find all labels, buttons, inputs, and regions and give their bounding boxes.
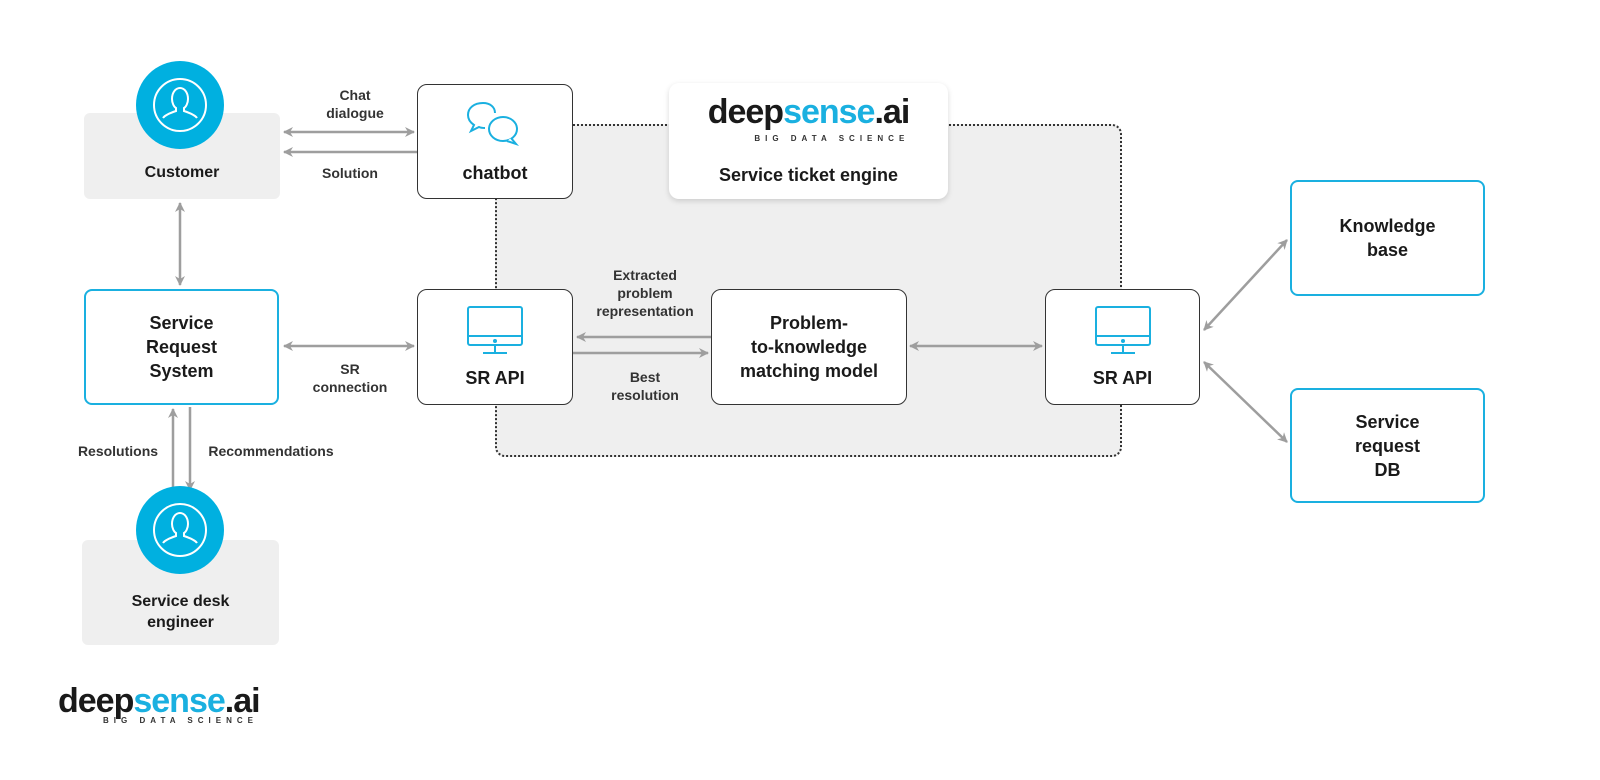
label-sr-connection: SR connection (312, 361, 388, 395)
engine-header: deepsense.ai BIG DATA SCIENCE Service ti… (669, 83, 948, 199)
label-recommendations: Recommendations (208, 443, 334, 459)
service-request-system-node: Service Request System (84, 289, 279, 405)
knowledge-base-node: Knowledge base (1290, 180, 1485, 296)
label-solution: Solution (322, 165, 378, 181)
chatbot-node: chatbot (417, 84, 573, 199)
deepsense-logo-footer: deepsense.ai BIG DATA SCIENCE (58, 682, 261, 725)
user-icon (136, 61, 224, 149)
monitor-icon (1094, 306, 1151, 354)
label-resolutions: Resolutions (77, 443, 159, 459)
sr-api-right-node: SR API (1045, 289, 1200, 405)
chat-bubbles-icon (466, 101, 520, 146)
deepsense-logo: deepsense.ai BIG DATA SCIENCE (707, 93, 911, 143)
matching-model-node: Problem-to-knowledge matching model (711, 289, 907, 405)
arrow-api-kb (1203, 239, 1288, 331)
label-best-resolution: Best resolution (611, 369, 679, 403)
user-icon (136, 486, 224, 574)
label-chat-dialogue: Chat dialogue (326, 87, 384, 121)
monitor-icon (467, 306, 523, 354)
arrow-api-db (1203, 361, 1288, 443)
service-request-db-node: Service request DB (1290, 388, 1485, 503)
label-extracted: Extracted problem representation (596, 267, 694, 319)
engine-title: Service ticket engine (718, 165, 899, 185)
customer-label: Customer (144, 164, 220, 181)
sr-api-left-node: SR API (417, 289, 573, 405)
chatbot-label: chatbot (462, 162, 528, 183)
